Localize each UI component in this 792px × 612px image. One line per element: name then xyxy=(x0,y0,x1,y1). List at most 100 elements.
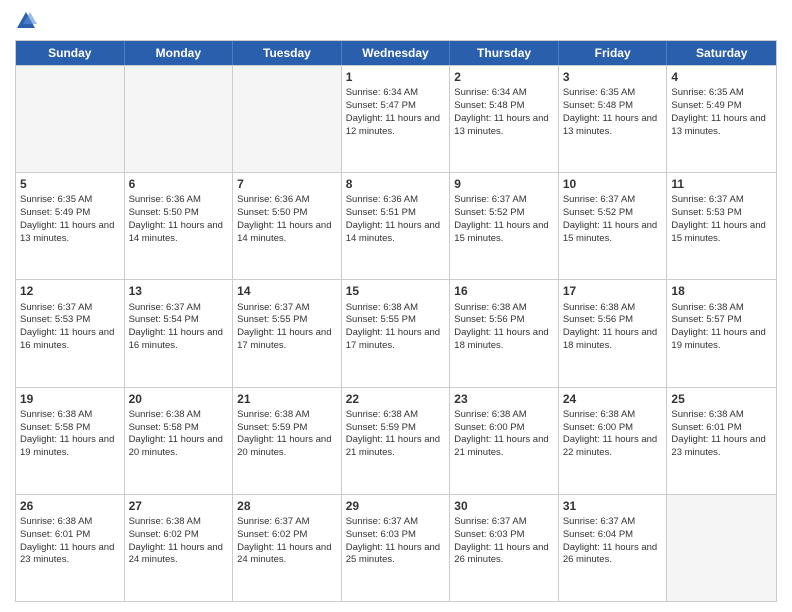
weekday-header-friday: Friday xyxy=(559,41,668,65)
day-info: Sunrise: 6:38 AM Sunset: 5:59 PM Dayligh… xyxy=(237,409,331,458)
cal-cell: 16 Sunrise: 6:38 AM Sunset: 5:56 PM Dayli… xyxy=(450,280,559,386)
day-number: 22 xyxy=(346,391,446,407)
day-number: 2 xyxy=(454,69,554,85)
day-info: Sunrise: 6:38 AM Sunset: 5:59 PM Dayligh… xyxy=(346,409,440,458)
day-info: Sunrise: 6:37 AM Sunset: 6:03 PM Dayligh… xyxy=(454,516,548,565)
cal-cell: 3Sunrise: 6:35 AM Sunset: 5:48 PM Daylig… xyxy=(559,66,668,172)
weekday-header-tuesday: Tuesday xyxy=(233,41,342,65)
cal-cell: 26Sunrise: 6:38 AM Sunset: 6:01 PM Dayli… xyxy=(16,495,125,601)
day-info: Sunrise: 6:36 AM Sunset: 5:50 PM Dayligh… xyxy=(129,194,223,243)
day-info: Sunrise: 6:38 AM Sunset: 6:01 PM Dayligh… xyxy=(20,516,114,565)
cal-cell: 5 Sunrise: 6:35 AM Sunset: 5:49 PM Daylig… xyxy=(16,173,125,279)
cal-cell: 19 Sunrise: 6:38 AM Sunset: 5:58 PM Dayli… xyxy=(16,388,125,494)
cal-cell: 13 Sunrise: 6:37 AM Sunset: 5:54 PM Dayli… xyxy=(125,280,234,386)
day-info: Sunrise: 6:37 AM Sunset: 5:52 PM Dayligh… xyxy=(454,194,548,243)
cal-cell: 17 Sunrise: 6:38 AM Sunset: 5:56 PM Dayli… xyxy=(559,280,668,386)
day-info: Sunrise: 6:38 AM Sunset: 5:56 PM Dayligh… xyxy=(454,302,548,351)
day-number: 14 xyxy=(237,283,337,299)
cal-cell: 30Sunrise: 6:37 AM Sunset: 6:03 PM Dayli… xyxy=(450,495,559,601)
day-info: Sunrise: 6:37 AM Sunset: 5:52 PM Dayligh… xyxy=(563,194,657,243)
cal-cell: 23 Sunrise: 6:38 AM Sunset: 6:00 PM Dayli… xyxy=(450,388,559,494)
day-number: 31 xyxy=(563,498,663,514)
day-info: Sunrise: 6:38 AM Sunset: 5:56 PM Dayligh… xyxy=(563,302,657,351)
cal-cell: 6 Sunrise: 6:36 AM Sunset: 5:50 PM Daylig… xyxy=(125,173,234,279)
day-info: Sunrise: 6:38 AM Sunset: 5:58 PM Dayligh… xyxy=(129,409,223,458)
day-info: Sunrise: 6:37 AM Sunset: 5:54 PM Dayligh… xyxy=(129,302,223,351)
weekday-header-thursday: Thursday xyxy=(450,41,559,65)
day-info: Sunrise: 6:38 AM Sunset: 6:00 PM Dayligh… xyxy=(454,409,548,458)
day-info: Sunrise: 6:38 AM Sunset: 5:57 PM Dayligh… xyxy=(671,302,765,351)
cal-cell: 22 Sunrise: 6:38 AM Sunset: 5:59 PM Dayli… xyxy=(342,388,451,494)
cal-cell: 21 Sunrise: 6:38 AM Sunset: 5:59 PM Dayli… xyxy=(233,388,342,494)
cal-cell: 20 Sunrise: 6:38 AM Sunset: 5:58 PM Dayli… xyxy=(125,388,234,494)
day-number: 17 xyxy=(563,283,663,299)
day-info: Sunrise: 6:35 AM Sunset: 5:49 PM Dayligh… xyxy=(20,194,114,243)
day-number: 1 xyxy=(346,69,446,85)
cal-cell: 15 Sunrise: 6:38 AM Sunset: 5:55 PM Dayli… xyxy=(342,280,451,386)
day-info: Sunrise: 6:38 AM Sunset: 5:55 PM Dayligh… xyxy=(346,302,440,351)
day-number: 15 xyxy=(346,283,446,299)
cal-row-2: 12 Sunrise: 6:37 AM Sunset: 5:53 PM Dayli… xyxy=(16,279,776,386)
cal-cell: 4 Sunrise: 6:35 AM Sunset: 5:49 PM Daylig… xyxy=(667,66,776,172)
day-info: Sunrise: 6:37 AM Sunset: 5:53 PM Dayligh… xyxy=(671,194,765,243)
day-number: 27 xyxy=(129,498,229,514)
calendar-body: 1 Sunrise: 6:34 AM Sunset: 5:47 PM Daylig… xyxy=(16,65,776,601)
day-number: 13 xyxy=(129,283,229,299)
cal-cell: 1 Sunrise: 6:34 AM Sunset: 5:47 PM Daylig… xyxy=(342,66,451,172)
day-info: Sunrise: 6:38 AM Sunset: 6:02 PM Dayligh… xyxy=(129,516,223,565)
day-number: 4 xyxy=(671,69,772,85)
day-number: 19 xyxy=(20,391,120,407)
day-number: 5 xyxy=(20,176,120,192)
cal-cell: 31 Sunrise: 6:37 AM Sunset: 6:04 PM Dayli… xyxy=(559,495,668,601)
cal-row-1: 5 Sunrise: 6:35 AM Sunset: 5:49 PM Daylig… xyxy=(16,172,776,279)
cal-cell: 29 Sunrise: 6:37 AM Sunset: 6:03 PM Dayli… xyxy=(342,495,451,601)
day-info: Sunrise: 6:37 AM Sunset: 5:53 PM Dayligh… xyxy=(20,302,114,351)
day-number: 11 xyxy=(671,176,772,192)
day-info: Sunrise: 6:37 AM Sunset: 6:02 PM Dayligh… xyxy=(237,516,331,565)
cal-cell: 14 Sunrise: 6:37 AM Sunset: 5:55 PM Dayli… xyxy=(233,280,342,386)
day-number: 6 xyxy=(129,176,229,192)
day-info: Sunrise: 6:37 AM Sunset: 6:04 PM Dayligh… xyxy=(563,516,657,565)
cal-cell xyxy=(125,66,234,172)
cal-row-4: 26Sunrise: 6:38 AM Sunset: 6:01 PM Dayli… xyxy=(16,494,776,601)
cal-cell xyxy=(667,495,776,601)
day-info: Sunrise: 6:34 AM Sunset: 5:47 PM Dayligh… xyxy=(346,87,440,136)
cal-cell: 27 Sunrise: 6:38 AM Sunset: 6:02 PM Dayli… xyxy=(125,495,234,601)
cal-cell: 7 Sunrise: 6:36 AM Sunset: 5:50 PM Daylig… xyxy=(233,173,342,279)
day-number: 25 xyxy=(671,391,772,407)
calendar: SundayMondayTuesdayWednesdayThursdayFrid… xyxy=(15,40,777,602)
day-number: 16 xyxy=(454,283,554,299)
day-info: Sunrise: 6:37 AM Sunset: 6:03 PM Dayligh… xyxy=(346,516,440,565)
day-number: 8 xyxy=(346,176,446,192)
day-number: 20 xyxy=(129,391,229,407)
day-info: Sunrise: 6:38 AM Sunset: 5:58 PM Dayligh… xyxy=(20,409,114,458)
day-number: 21 xyxy=(237,391,337,407)
logo xyxy=(15,10,41,32)
day-number: 18 xyxy=(671,283,772,299)
logo-icon xyxy=(15,10,37,32)
day-number: 9 xyxy=(454,176,554,192)
weekday-header-monday: Monday xyxy=(125,41,234,65)
day-info: Sunrise: 6:35 AM Sunset: 5:49 PM Dayligh… xyxy=(671,87,765,136)
day-info: Sunrise: 6:37 AM Sunset: 5:55 PM Dayligh… xyxy=(237,302,331,351)
header xyxy=(15,10,777,32)
page: SundayMondayTuesdayWednesdayThursdayFrid… xyxy=(0,0,792,612)
day-info: Sunrise: 6:38 AM Sunset: 6:01 PM Dayligh… xyxy=(671,409,765,458)
cal-cell: 18 Sunrise: 6:38 AM Sunset: 5:57 PM Dayli… xyxy=(667,280,776,386)
calendar-header-row: SundayMondayTuesdayWednesdayThursdayFrid… xyxy=(16,41,776,65)
weekday-header-saturday: Saturday xyxy=(667,41,776,65)
cal-cell: 12 Sunrise: 6:37 AM Sunset: 5:53 PM Dayli… xyxy=(16,280,125,386)
day-number: 23 xyxy=(454,391,554,407)
day-number: 12 xyxy=(20,283,120,299)
weekday-header-wednesday: Wednesday xyxy=(342,41,451,65)
cal-cell xyxy=(16,66,125,172)
cal-row-0: 1 Sunrise: 6:34 AM Sunset: 5:47 PM Daylig… xyxy=(16,65,776,172)
weekday-header-sunday: Sunday xyxy=(16,41,125,65)
cal-cell: 10Sunrise: 6:37 AM Sunset: 5:52 PM Dayli… xyxy=(559,173,668,279)
day-number: 29 xyxy=(346,498,446,514)
day-number: 28 xyxy=(237,498,337,514)
day-number: 7 xyxy=(237,176,337,192)
cal-row-3: 19 Sunrise: 6:38 AM Sunset: 5:58 PM Dayli… xyxy=(16,387,776,494)
cal-cell: 8Sunrise: 6:36 AM Sunset: 5:51 PM Daylig… xyxy=(342,173,451,279)
day-info: Sunrise: 6:36 AM Sunset: 5:50 PM Dayligh… xyxy=(237,194,331,243)
